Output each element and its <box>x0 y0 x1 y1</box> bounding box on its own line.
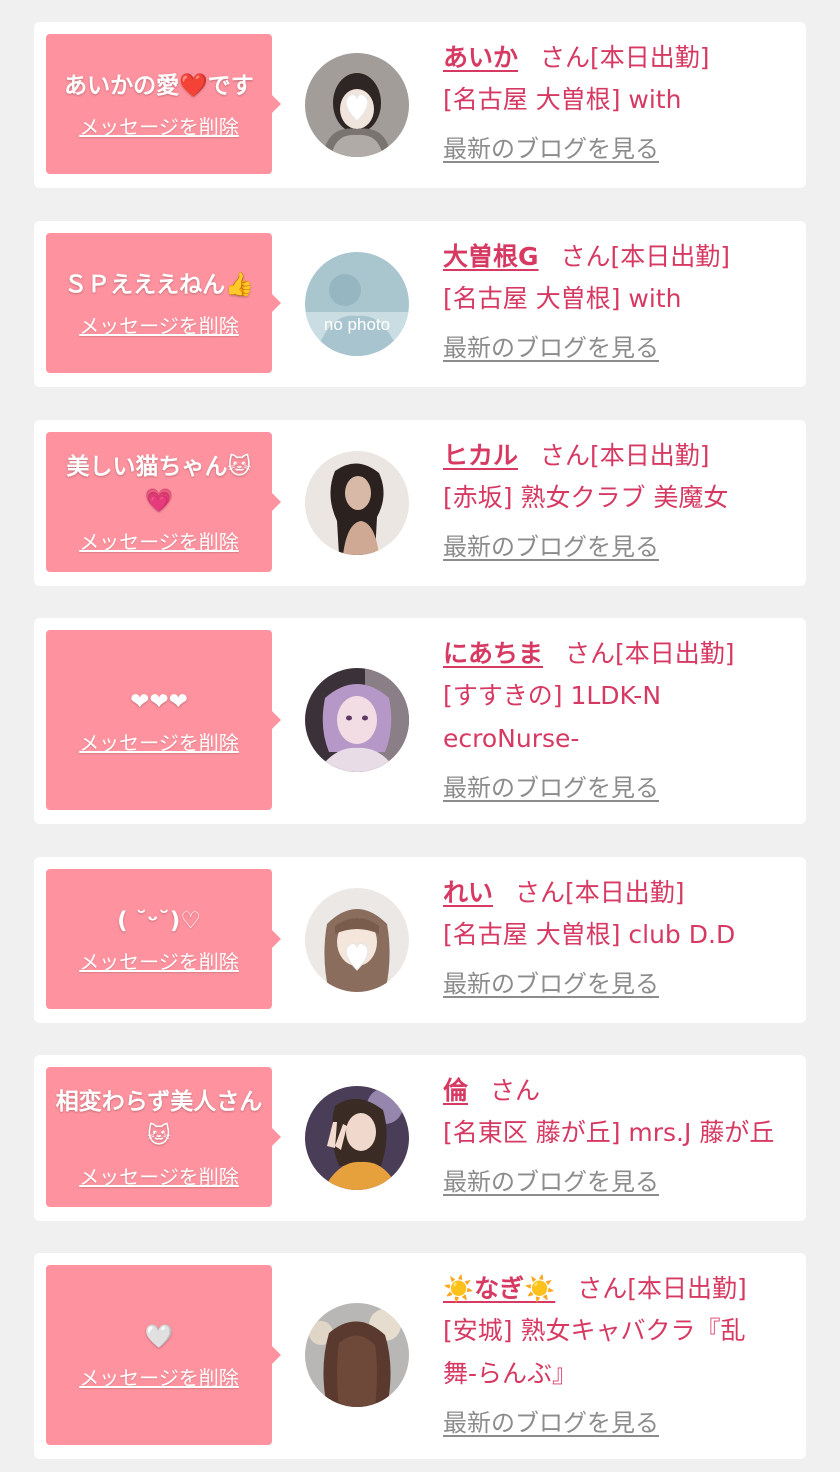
avatar-photo-icon <box>305 53 409 157</box>
latest-blog-link[interactable]: 最新のブログを見る <box>443 328 659 363</box>
avatar[interactable]: no photo <box>305 252 409 356</box>
latest-blog-link[interactable]: 最新のブログを見る <box>443 1162 659 1197</box>
message-text: 美しい猫ちゃん🐱💗 <box>66 453 252 514</box>
status-badge: [本日出勤] <box>590 441 710 470</box>
honorific: さん <box>565 639 616 668</box>
delete-message-button[interactable]: メッセージを削除 <box>79 1362 239 1391</box>
latest-blog-link[interactable]: 最新のブログを見る <box>443 129 659 164</box>
message-card: ＳＰえええねん👍 メッセージを削除 no photo 大曽根G さん[本日出勤] … <box>34 221 806 387</box>
honorific: さん <box>540 441 591 470</box>
sender-info: ☀️なぎ☀️ さん[本日出勤] [安城] 熟女キャバクラ『乱舞-らんぶ』 最新のブ… <box>443 1269 792 1438</box>
latest-blog-link[interactable]: 最新のブログを見る <box>443 964 659 999</box>
latest-blog-link[interactable]: 最新のブログを見る <box>443 1403 659 1438</box>
avatar[interactable] <box>305 451 409 555</box>
avatar[interactable] <box>305 1303 409 1407</box>
avatar-photo-icon <box>305 1303 409 1407</box>
shop-name: [名古屋 大曽根] with <box>443 284 682 313</box>
delete-message-button[interactable]: メッセージを削除 <box>79 526 239 555</box>
honorific: さん <box>577 1274 628 1303</box>
honorific: さん <box>490 1076 541 1105</box>
message-card: 相変わらず美人さん🐱 メッセージを削除 倫さん [名東区 藤が丘] mrs.J … <box>34 1055 806 1221</box>
status-badge: [本日出勤] <box>610 242 731 271</box>
sender-info: れい さん[本日出勤] [名古屋 大曽根] club D.D 最新のブログを見る <box>443 873 792 999</box>
delete-message-button[interactable]: メッセージを削除 <box>79 310 239 339</box>
no-photo-text: no photo <box>324 315 390 334</box>
honorific: さん <box>560 242 611 271</box>
status-badge: [本日出勤] <box>627 1274 747 1303</box>
latest-blog-link[interactable]: 最新のブログを見る <box>443 768 659 803</box>
message-bubble: あいかの愛❤️です メッセージを削除 <box>46 34 281 174</box>
sender-name-link[interactable]: 大曽根G <box>443 242 539 271</box>
honorific: さん <box>515 878 566 907</box>
delete-message-button[interactable]: メッセージを削除 <box>79 727 239 756</box>
message-bubble: ( ˘ᵕ˘)♡ メッセージを削除 <box>46 869 281 1009</box>
sender-name-link[interactable]: ヒカル <box>443 441 518 470</box>
message-list: あいかの愛❤️です メッセージを削除 あいか さん[本日出勤] [名古屋 大曽根]… <box>0 0 840 1472</box>
message-card: ( ˘ᵕ˘)♡ メッセージを削除 れい さん[本日出勤] [名古屋 大曽根] cl… <box>34 857 806 1023</box>
avatar[interactable] <box>305 53 409 157</box>
avatar[interactable] <box>305 888 409 992</box>
delete-message-button[interactable]: メッセージを削除 <box>79 111 239 140</box>
message-card: 🤍 メッセージを削除 ☀️なぎ☀️ さん[本日出勤] [安城] 熟女キャバクラ『乱… <box>34 1253 806 1459</box>
avatar[interactable] <box>305 1086 409 1190</box>
message-bubble: 相変わらず美人さん🐱 メッセージを削除 <box>46 1067 281 1207</box>
delete-message-button[interactable]: メッセージを削除 <box>79 946 239 975</box>
message-text: ＳＰえええねん👍 <box>64 271 254 298</box>
shop-name: [名東区 藤が丘] mrs.J 藤が丘 <box>443 1118 775 1147</box>
message-bubble: 🤍 メッセージを削除 <box>46 1265 281 1445</box>
avatar-photo-icon <box>305 668 409 772</box>
sender-name-link[interactable]: ☀️なぎ☀️ <box>443 1274 555 1303</box>
message-text: 相変わらず美人さん🐱 <box>55 1088 263 1149</box>
message-text: ❤❤❤ <box>130 688 188 715</box>
sender-info: 倫さん [名東区 藤が丘] mrs.J 藤が丘 最新のブログを見る <box>443 1071 792 1197</box>
message-bubble: ❤❤❤ メッセージを削除 <box>46 630 281 810</box>
message-card: ❤❤❤ メッセージを削除 にあちま さん[本日出勤] [すすきの] 1LDK-Ne… <box>34 618 806 824</box>
sender-info: あいか さん[本日出勤] [名古屋 大曽根] with 最新のブログを見る <box>443 38 792 164</box>
no-photo-icon: no photo <box>305 252 409 356</box>
status-badge: [本日出勤] <box>565 878 685 907</box>
sender-info: 大曽根G さん[本日出勤] [名古屋 大曽根] with 最新のブログを見る <box>443 237 792 363</box>
sender-name-link[interactable]: にあちま <box>443 639 543 668</box>
message-text: ( ˘ᵕ˘)♡ <box>117 907 201 934</box>
message-card: 美しい猫ちゃん🐱💗 メッセージを削除 ヒカル さん[本日出勤] [赤坂] 熟女クラ… <box>34 420 806 586</box>
message-bubble: ＳＰえええねん👍 メッセージを削除 <box>46 233 281 373</box>
message-card: あいかの愛❤️です メッセージを削除 あいか さん[本日出勤] [名古屋 大曽根]… <box>34 22 806 188</box>
shop-name: [すすきの] 1LDK-NecroNurse- <box>443 681 662 753</box>
avatar-photo-icon <box>305 451 409 555</box>
sender-name-link[interactable]: れい <box>443 878 493 907</box>
latest-blog-link[interactable]: 最新のブログを見る <box>443 527 659 562</box>
message-text: 🤍 <box>144 1323 174 1350</box>
message-text: あいかの愛❤️です <box>64 72 254 99</box>
shop-name: [名古屋 大曽根] with <box>443 85 682 114</box>
status-badge: [本日出勤] <box>615 639 735 668</box>
shop-name: [赤坂] 熟女クラブ 美魔女 <box>443 483 729 512</box>
sender-info: ヒカル さん[本日出勤] [赤坂] 熟女クラブ 美魔女 最新のブログを見る <box>443 436 792 562</box>
sender-name-link[interactable]: 倫 <box>443 1076 468 1105</box>
sender-name-link[interactable]: あいか <box>443 43 518 72</box>
avatar-photo-icon <box>305 888 409 992</box>
shop-name: [名古屋 大曽根] club D.D <box>443 920 736 949</box>
delete-message-button[interactable]: メッセージを削除 <box>79 1161 239 1190</box>
status-badge: [本日出勤] <box>590 43 710 72</box>
sender-info: にあちま さん[本日出勤] [すすきの] 1LDK-NecroNurse- 最新の… <box>443 634 792 803</box>
avatar[interactable] <box>305 668 409 772</box>
shop-name: [安城] 熟女キャバクラ『乱舞-らんぶ』 <box>443 1316 746 1388</box>
avatar-photo-icon <box>305 1086 409 1190</box>
message-bubble: 美しい猫ちゃん🐱💗 メッセージを削除 <box>46 432 281 572</box>
honorific: さん <box>540 43 591 72</box>
